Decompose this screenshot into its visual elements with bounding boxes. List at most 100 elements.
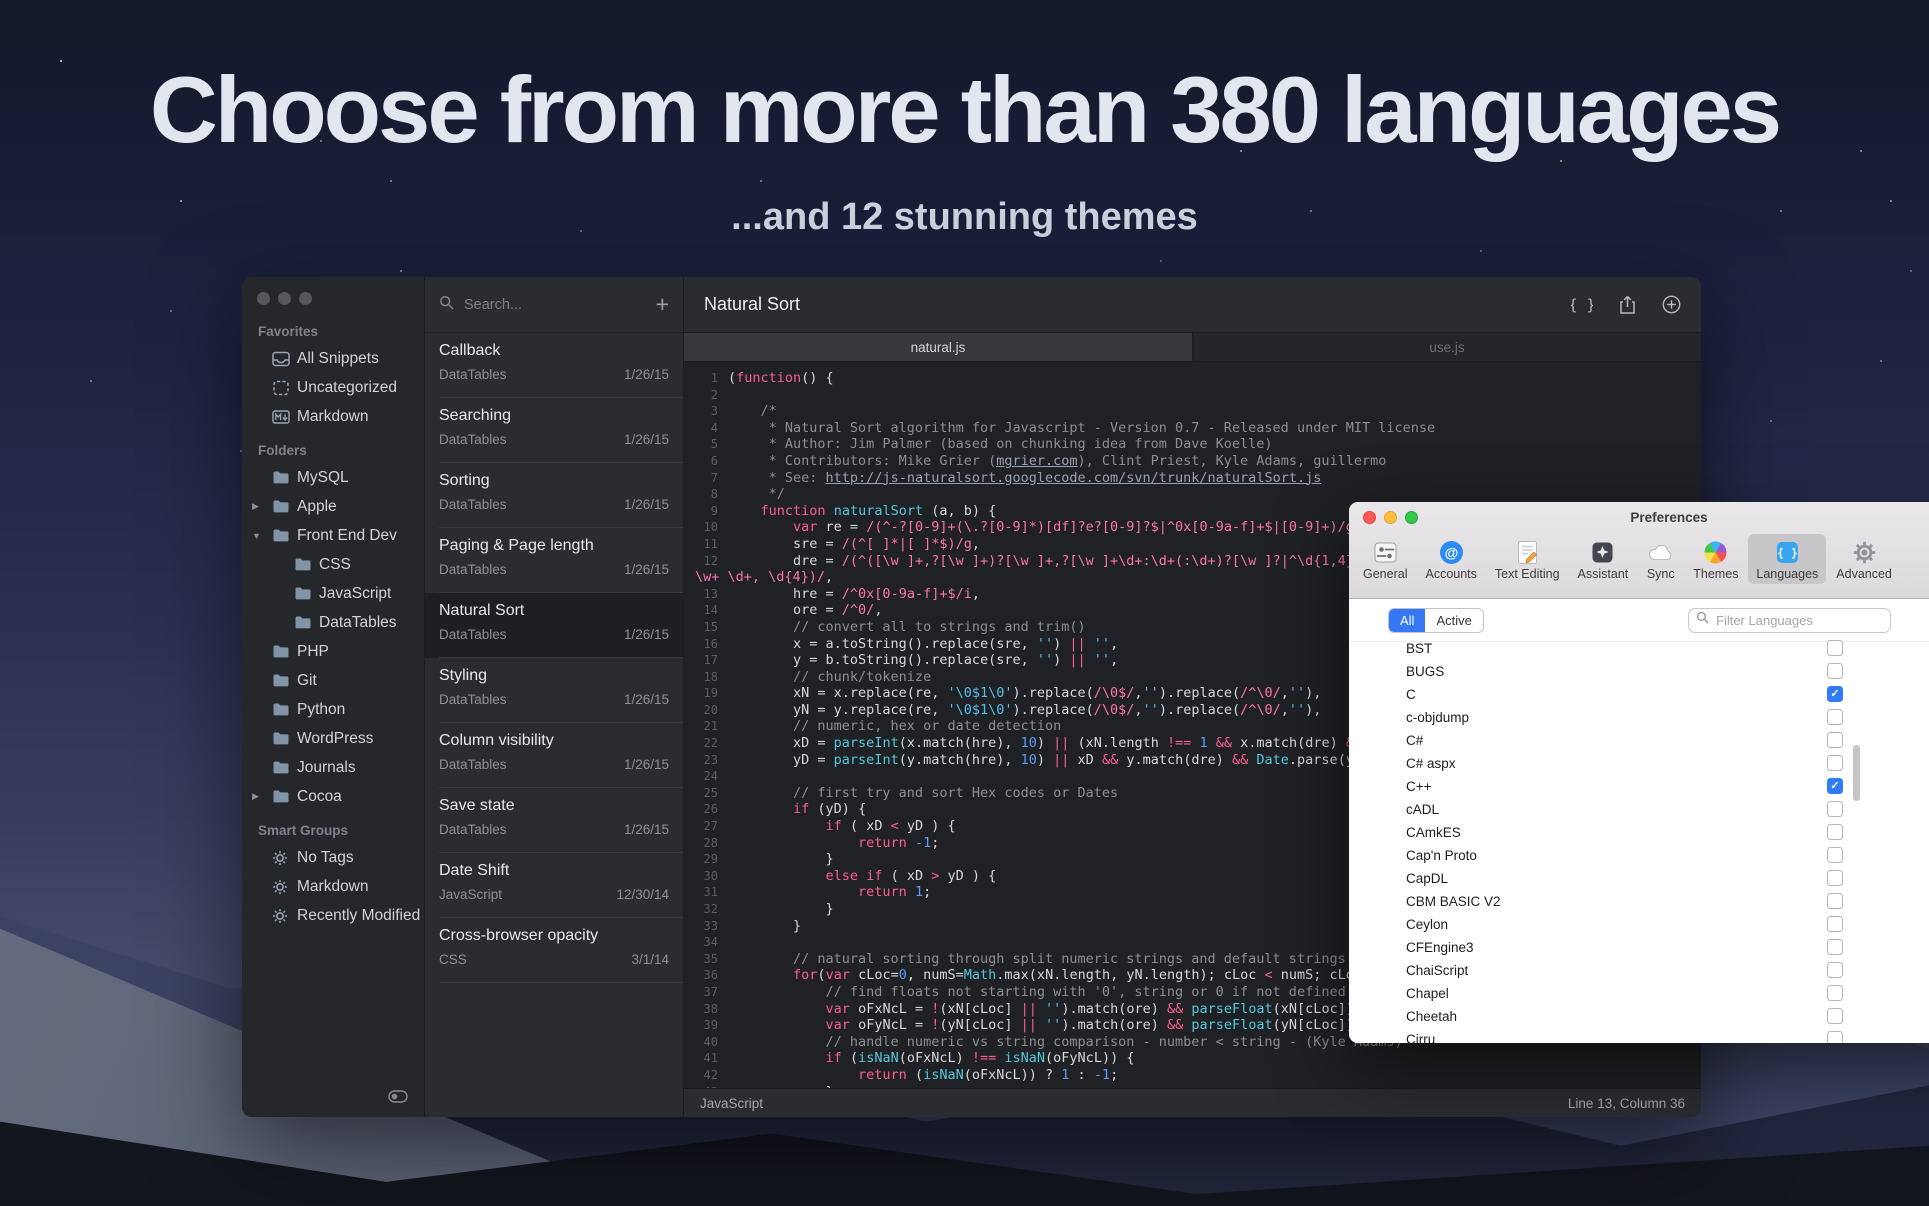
language-checkbox[interactable]	[1827, 663, 1843, 679]
tab-natural-js[interactable]: natural.js	[684, 333, 1193, 361]
language-row-cfengine3[interactable]: CFEngine3	[1349, 936, 1929, 959]
sidebar-toggle-icon	[388, 1090, 408, 1107]
code-text: }	[718, 851, 834, 868]
language-checkbox[interactable]	[1827, 732, 1843, 748]
pref-tab-languages[interactable]: { }Languages	[1748, 534, 1826, 584]
segment-all[interactable]: All	[1389, 609, 1425, 632]
language-checkbox[interactable]	[1827, 985, 1843, 1001]
zoom-button[interactable]	[299, 292, 312, 305]
language-name: c-objdump	[1406, 710, 1469, 725]
pref-tab-accounts[interactable]: @Accounts	[1417, 534, 1484, 584]
sidebar-item-no-tags[interactable]: No Tags	[242, 843, 424, 872]
language-checkbox[interactable]	[1827, 893, 1843, 909]
pref-tab-text-editing[interactable]: Text Editing	[1487, 534, 1568, 584]
sidebar-item-datatables[interactable]: DataTables	[242, 608, 424, 637]
language-row-chapel[interactable]: Chapel	[1349, 982, 1929, 1005]
plus-circle-button[interactable]	[1662, 295, 1681, 314]
pref-tab-general[interactable]: General	[1355, 534, 1415, 584]
sidebar-item-journals[interactable]: Journals	[242, 753, 424, 782]
language-checkbox[interactable]	[1827, 916, 1843, 932]
language-checkbox[interactable]	[1827, 962, 1843, 978]
snippet-row-natural-sort[interactable]: Natural SortDataTables1/26/15	[425, 593, 683, 658]
sidebar-item-python[interactable]: Python	[242, 695, 424, 724]
filter-languages-input[interactable]	[1714, 612, 1883, 629]
language-checkbox[interactable]	[1827, 847, 1843, 863]
snippet-row-searching[interactable]: SearchingDataTables1/26/15	[425, 398, 683, 463]
language-row-ceylon[interactable]: Ceylon	[1349, 913, 1929, 936]
language-checkbox[interactable]	[1827, 870, 1843, 886]
add-snippet-button[interactable]: +	[656, 293, 669, 316]
language-row-c[interactable]: C#	[1349, 729, 1929, 752]
language-row-cheetah[interactable]: Cheetah	[1349, 1005, 1929, 1028]
language-checkbox[interactable]	[1827, 939, 1843, 955]
snippet-row-sorting[interactable]: SortingDataTables1/26/15	[425, 463, 683, 528]
minimize-button[interactable]	[278, 292, 291, 305]
disclosure-down-icon[interactable]: ▼	[252, 531, 261, 541]
sidebar-item-front-end-dev[interactable]: ▼Front End Dev	[242, 521, 424, 550]
language-row-capdl[interactable]: CapDL	[1349, 867, 1929, 890]
language-row-c[interactable]: C++✓	[1349, 775, 1929, 798]
sidebar-item-css[interactable]: CSS	[242, 550, 424, 579]
close-button[interactable]	[1363, 511, 1376, 524]
disclosure-right-icon[interactable]: ▶	[252, 501, 259, 512]
segment-active[interactable]: Active	[1425, 609, 1482, 632]
language-row-cadl[interactable]: cADL	[1349, 798, 1929, 821]
language-row-bugs[interactable]: BUGS	[1349, 660, 1929, 683]
sidebar-item-markdown[interactable]: Markdown	[242, 402, 424, 431]
sidebar-item-all-snippets[interactable]: All Snippets	[242, 344, 424, 373]
pref-tab-sync[interactable]: Sync	[1638, 534, 1683, 584]
status-language[interactable]: JavaScript	[700, 1096, 763, 1111]
search-input[interactable]	[462, 296, 648, 314]
scrollbar-thumb[interactable]	[1853, 745, 1860, 801]
language-checkbox[interactable]	[1827, 824, 1843, 840]
language-checkbox[interactable]	[1827, 640, 1843, 656]
sidebar-item-php[interactable]: PHP	[242, 637, 424, 666]
language-row-cbm-basic-v2[interactable]: CBM BASIC V2	[1349, 890, 1929, 913]
snippet-row-cross-browser-opacity[interactable]: Cross-browser opacityCSS3/1/14	[425, 918, 683, 983]
snippet-row-callback[interactable]: CallbackDataTables1/26/15	[425, 333, 683, 398]
language-checkbox[interactable]: ✓	[1827, 686, 1843, 702]
language-row-chaiscript[interactable]: ChaiScript	[1349, 959, 1929, 982]
tab-use-js[interactable]: use.js	[1193, 333, 1701, 361]
sidebar-item-git[interactable]: Git	[242, 666, 424, 695]
language-checkbox[interactable]: ✓	[1827, 778, 1843, 794]
sidebar-item-label: Recently Modified	[297, 907, 420, 925]
language-checkbox[interactable]	[1827, 1008, 1843, 1024]
pref-tab-advanced[interactable]: Advanced	[1828, 534, 1900, 584]
sidebar-item-uncategorized[interactable]: Uncategorized	[242, 373, 424, 402]
language-checkbox[interactable]	[1827, 1031, 1843, 1043]
close-button[interactable]	[257, 292, 270, 305]
sidebar-item-cocoa[interactable]: ▶Cocoa	[242, 782, 424, 811]
language-row-cirru[interactable]: Cirru	[1349, 1028, 1929, 1043]
minimize-button[interactable]	[1384, 511, 1397, 524]
language-row-c-aspx[interactable]: C# aspx	[1349, 752, 1929, 775]
sidebar-item-markdown[interactable]: Markdown	[242, 872, 424, 901]
sidebar-item-wordpress[interactable]: WordPress	[242, 724, 424, 753]
pref-tab-assistant[interactable]: Assistant	[1570, 534, 1637, 584]
language-row-c[interactable]: C✓	[1349, 683, 1929, 706]
language-checkbox[interactable]	[1827, 801, 1843, 817]
sidebar-item-apple[interactable]: ▶Apple	[242, 492, 424, 521]
sidebar-toggle-button[interactable]	[388, 1090, 408, 1108]
hero-text: Choose from more than 380 languages ...a…	[0, 56, 1929, 239]
snippet-row-styling[interactable]: StylingDataTables1/26/15	[425, 658, 683, 723]
snippet-row-paging-page-length[interactable]: Paging & Page lengthDataTables1/26/15	[425, 528, 683, 593]
language-checkbox[interactable]	[1827, 755, 1843, 771]
pref-tab-themes[interactable]: Themes	[1685, 534, 1746, 584]
share-button[interactable]	[1619, 295, 1636, 315]
language-row-cap-n-proto[interactable]: Cap'n Proto	[1349, 844, 1929, 867]
language-checkbox[interactable]	[1827, 709, 1843, 725]
sidebar-item-mysql[interactable]: MySQL	[242, 463, 424, 492]
language-row-c-objdump[interactable]: c-objdump	[1349, 706, 1929, 729]
language-row-camkes[interactable]: CAmkES	[1349, 821, 1929, 844]
snippet-row-date-shift[interactable]: Date ShiftJavaScript12/30/14	[425, 853, 683, 918]
snippet-title: Date Shift	[439, 862, 669, 880]
braces-button[interactable]: { }	[1571, 296, 1593, 314]
snippet-row-column-visibility[interactable]: Column visibilityDataTables1/26/15	[425, 723, 683, 788]
disclosure-right-icon[interactable]: ▶	[252, 791, 259, 802]
snippet-row-save-state[interactable]: Save stateDataTables1/26/15	[425, 788, 683, 853]
zoom-button[interactable]	[1405, 511, 1418, 524]
sidebar-item-javascript[interactable]: JavaScript	[242, 579, 424, 608]
language-row-bst[interactable]: BST	[1349, 637, 1929, 660]
sidebar-item-recently-modified[interactable]: Recently Modified	[242, 901, 424, 930]
